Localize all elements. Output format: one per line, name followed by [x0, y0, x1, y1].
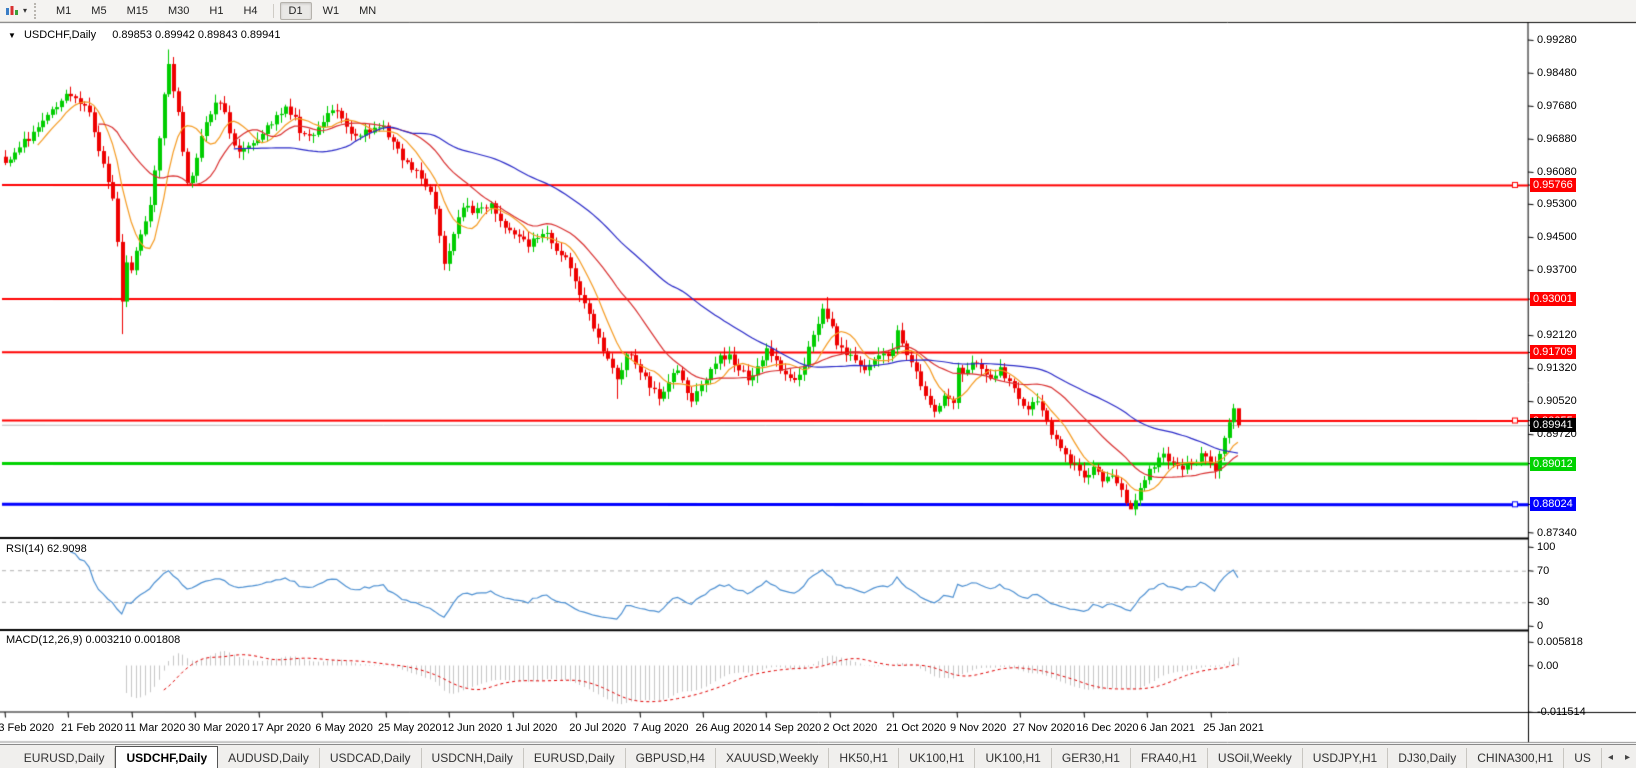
date-axis-label: 25 May 2020 [378, 722, 442, 734]
chart-tab-xauusd-weekly[interactable]: XAUUSD,Weekly [716, 748, 829, 768]
date-axis-label: 20 Jul 2020 [569, 722, 626, 734]
chart-tab-ger30-h1[interactable]: GER30,H1 [1052, 748, 1131, 768]
price-axis-label: 0.87340 [1537, 527, 1577, 539]
chart-tool-button[interactable]: ▾ [0, 0, 31, 21]
chart-tab-usdcnh-daily[interactable]: USDCNH,Daily [422, 748, 524, 768]
rsi-indicator-label: RSI(14) 62.9098 [6, 543, 87, 555]
chart-ohlc-values: 0.89853 0.89942 0.89843 0.89941 [112, 29, 280, 41]
date-axis-label: 1 Jul 2020 [507, 722, 558, 734]
chart-tab-usoil-weekly[interactable]: USOil,Weekly [1208, 748, 1303, 768]
date-axis-label: 9 Nov 2020 [950, 722, 1006, 734]
date-axis-label: 16 Dec 2020 [1076, 722, 1138, 734]
level-badge[interactable]: 0.93001 [1530, 292, 1576, 306]
timeframe-button-d1[interactable]: D1 [280, 2, 312, 20]
chart-type-icon [4, 4, 20, 18]
date-axis-label: 6 May 2020 [315, 722, 372, 734]
price-axis-label: 0.98480 [1537, 67, 1577, 79]
price-axis-label: 0.94500 [1537, 231, 1577, 243]
rsi-axis-label: 100 [1537, 541, 1555, 553]
timeframe-button-m30[interactable]: M30 [159, 2, 198, 20]
date-axis-label: 26 Aug 2020 [696, 722, 758, 734]
rsi-axis-label: 30 [1537, 596, 1549, 608]
macd-indicator-label: MACD(12,26,9) 0.003210 0.001808 [6, 634, 180, 646]
tab-scroll-left-icon[interactable]: ◂ [1602, 750, 1619, 765]
date-axis-label: 27 Nov 2020 [1013, 722, 1075, 734]
macd-axis-label: 0.00 [1537, 660, 1558, 672]
chart-tab-china300-h1[interactable]: CHINA300,H1 [1467, 748, 1564, 768]
level-badge[interactable]: 0.88024 [1530, 497, 1576, 511]
timeframe-button-m15[interactable]: M15 [118, 2, 157, 20]
chart-tab-fra40-h1[interactable]: FRA40,H1 [1131, 748, 1208, 768]
chart-tab-uk100-h1[interactable]: UK100,H1 [899, 748, 975, 768]
timeframe-button-h4[interactable]: H4 [234, 2, 266, 20]
date-axis-label: 21 Feb 2020 [61, 722, 123, 734]
rsi-axis-label: 70 [1537, 565, 1549, 577]
date-axis-label: 21 Oct 2020 [886, 722, 946, 734]
chart-tab-eurusd-daily[interactable]: EURUSD,Daily [524, 748, 626, 768]
timeframe-button-w1[interactable]: W1 [314, 2, 349, 20]
timeframe-toolbar: ▾ M1M5M15M30H1H4 D1W1MN [0, 0, 1636, 22]
macd-axis-label: 0.005818 [1537, 636, 1583, 648]
chart-tab-hk50-h1[interactable]: HK50,H1 [829, 748, 899, 768]
price-axis-label: 0.91320 [1537, 362, 1577, 374]
chart-tab-us[interactable]: US [1564, 748, 1602, 768]
price-axis-label: 0.99280 [1537, 34, 1577, 46]
tab-scroll-controls: ◂ ▸ [1602, 745, 1636, 768]
timeframe-button-m5[interactable]: M5 [82, 2, 115, 20]
date-axis-label: 30 Mar 2020 [188, 722, 250, 734]
date-axis-label: 3 Feb 2020 [0, 722, 54, 734]
date-axis-label: 14 Sep 2020 [759, 722, 821, 734]
chart-tab-usdchf-daily[interactable]: USDCHF,Daily [115, 746, 218, 768]
level-badge[interactable]: 0.89012 [1530, 457, 1576, 471]
price-axis-label: 0.96080 [1537, 166, 1577, 178]
chart-tab-gbpusd-h4[interactable]: GBPUSD,H4 [626, 748, 716, 768]
chart-tab-bar: EURUSD,DailyUSDCHF,DailyAUDUSD,DailyUSDC… [0, 744, 1636, 768]
rsi-axis-label: 0 [1537, 620, 1543, 632]
timeframe-button-m1[interactable]: M1 [47, 2, 80, 20]
price-axis-label: 0.93700 [1537, 264, 1577, 276]
chart-tab-usdcad-daily[interactable]: USDCAD,Daily [320, 748, 422, 768]
chart-tab-dj30-daily[interactable]: DJ30,Daily [1388, 748, 1467, 768]
tab-scroll-right-icon[interactable]: ▸ [1619, 750, 1636, 765]
date-axis-label: 17 Apr 2020 [252, 722, 311, 734]
chart-title: ▼ USDCHF,Daily 0.89853 0.89942 0.89843 0… [8, 29, 280, 41]
price-axis-label: 0.97680 [1537, 100, 1577, 112]
chart-tab-usdjpy-h1[interactable]: USDJPY,H1 [1303, 748, 1388, 768]
mt4-window: ▾ M1M5M15M30H1H4 D1W1MN ▼ USDCHF,Daily 0.… [0, 0, 1636, 768]
chart-tab-eurusd-daily[interactable]: EURUSD,Daily [14, 748, 116, 768]
date-axis-label: 7 Aug 2020 [633, 722, 689, 734]
date-axis-label: 11 Mar 2020 [125, 722, 186, 734]
date-axis-label: 12 Jun 2020 [442, 722, 503, 734]
chart-symbol-label: USDCHF,Daily [24, 29, 96, 41]
price-chart-canvas[interactable] [0, 0, 1636, 744]
timeframe-button-h1[interactable]: H1 [200, 2, 232, 20]
date-axis-label: 2 Oct 2020 [823, 722, 877, 734]
date-axis-label: 25 Jan 2021 [1203, 722, 1264, 734]
chevron-down-icon[interactable]: ▾ [23, 6, 27, 15]
price-axis-label: 0.96880 [1537, 133, 1577, 145]
toolbar-grip [34, 3, 43, 19]
level-badge[interactable]: 0.91709 [1530, 345, 1576, 359]
chart-tab-uk100-h1[interactable]: UK100,H1 [975, 748, 1051, 768]
price-axis-label: 0.95300 [1537, 198, 1577, 210]
chart-tab-audusd-daily[interactable]: AUDUSD,Daily [218, 748, 320, 768]
level-badge[interactable]: 0.89941 [1530, 418, 1576, 432]
toolbar-separator [273, 4, 274, 18]
date-axis-label: 6 Jan 2021 [1141, 722, 1195, 734]
price-axis-label: 0.92120 [1537, 329, 1577, 341]
macd-axis-label: -0.011514 [1537, 706, 1586, 718]
price-axis-label: 0.90520 [1537, 395, 1577, 407]
timeframe-button-mn[interactable]: MN [350, 2, 385, 20]
level-badge[interactable]: 0.95766 [1530, 178, 1576, 192]
collapse-triangle-icon[interactable]: ▼ [8, 31, 16, 40]
